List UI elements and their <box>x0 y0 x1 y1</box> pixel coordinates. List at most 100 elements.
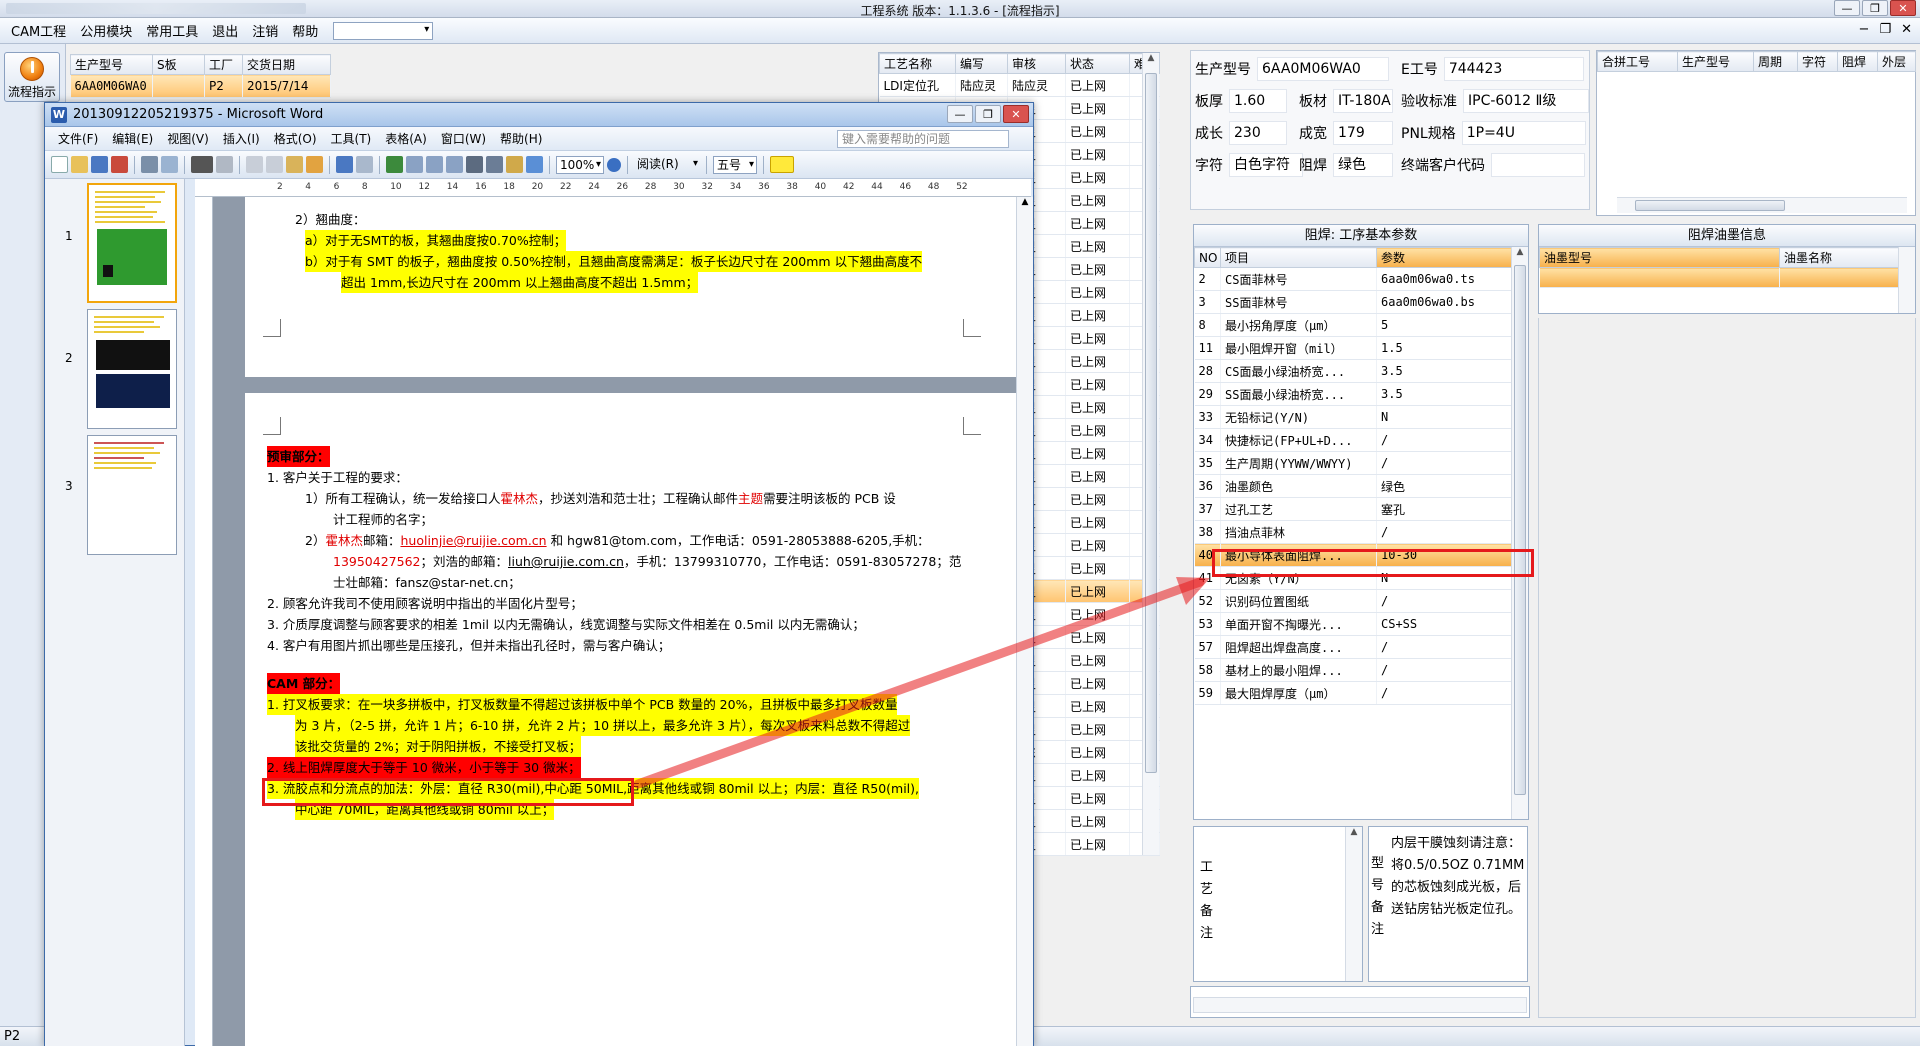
page-thumbnail[interactable] <box>87 309 177 429</box>
paste-icon[interactable] <box>286 156 303 173</box>
table-row[interactable]: 52 识别码位置图纸 / <box>1194 589 1513 613</box>
bottom-scrollbar[interactable] <box>1193 997 1527 1013</box>
tables-icon[interactable] <box>406 156 423 173</box>
hyperlink-icon[interactable] <box>386 156 403 173</box>
col-header[interactable]: 外层 <box>1877 51 1916 72</box>
highlight-icon[interactable] <box>770 156 794 173</box>
table-row[interactable]: 3 SS面菲林号 6aa0m06wa0.bs <box>1194 290 1513 314</box>
zoom-select[interactable]: 100% <box>556 155 604 174</box>
excel-icon[interactable] <box>446 156 463 173</box>
col-header[interactable]: 字符 <box>1797 51 1838 72</box>
word-menu-insert[interactable]: 插入(I) <box>216 130 267 147</box>
minimize-icon[interactable]: — <box>1834 0 1860 16</box>
col-header[interactable]: 油墨型号 <box>1539 247 1780 268</box>
flow-button[interactable]: 流程指示 <box>4 52 60 102</box>
combine-scrollbar[interactable] <box>1617 197 1907 213</box>
menu-exit[interactable]: 退出 <box>205 21 245 40</box>
minimize-icon[interactable]: — <box>947 105 973 123</box>
close-icon[interactable]: ✕ <box>1003 105 1029 123</box>
spelling-icon[interactable] <box>191 156 213 173</box>
col-header[interactable]: 编写 <box>955 53 1008 74</box>
width-value[interactable]: 179 <box>1333 121 1393 145</box>
table-row[interactable]: LDI定位孔 陆应灵 陆应灵 已上网 <box>879 73 1160 97</box>
menu-help[interactable]: 帮助 <box>285 21 325 40</box>
menu-common-modules[interactable]: 公用模块 <box>73 21 139 40</box>
insert-table-icon[interactable] <box>426 156 443 173</box>
word-menu-view[interactable]: 视图(V) <box>160 130 216 147</box>
drawing-icon[interactable] <box>486 156 503 173</box>
permission-icon[interactable] <box>111 156 128 173</box>
help-icon[interactable] <box>607 157 621 172</box>
params-scrollbar[interactable]: ▲ <box>1511 247 1528 819</box>
standard-value[interactable]: IPC-6012 Ⅱ级 <box>1463 89 1589 113</box>
col-header[interactable]: 阻焊 <box>1837 51 1878 72</box>
col-header[interactable]: 审核 <box>1007 53 1066 74</box>
remark-scrollbar[interactable]: ▲ <box>1345 827 1362 981</box>
table-row[interactable]: 11 最小阻焊开窗（mil） 1.5 <box>1194 336 1513 360</box>
pnl-value[interactable]: 1P=4U <box>1461 121 1586 145</box>
table-row[interactable]: 28 CS面最小绿油桥宽... 3.5 <box>1194 359 1513 383</box>
customer-value[interactable] <box>1491 153 1585 177</box>
help-search-input[interactable]: 键入需要帮助的问题 <box>837 130 1009 148</box>
word-menu-file[interactable]: 文件(F) <box>51 130 105 147</box>
restore-icon[interactable]: ❐ <box>975 105 1001 123</box>
save-icon[interactable] <box>91 156 108 173</box>
undo-icon[interactable] <box>336 156 353 173</box>
table-row[interactable]: 33 无铅标记(Y/N) N <box>1194 405 1513 429</box>
redo-icon[interactable] <box>356 156 373 173</box>
ink-scrollbar[interactable] <box>1898 247 1915 313</box>
table-row[interactable]: 53 单面开窗不掏曝光... CS+SS <box>1194 612 1513 636</box>
col-header[interactable]: 工艺名称 <box>879 53 956 74</box>
restore-icon[interactable]: ❐ <box>1862 0 1888 16</box>
font-size-select[interactable]: 五号 <box>713 155 757 174</box>
table-row[interactable]: 35 生产周期(YYWW/WWYY) / <box>1194 451 1513 475</box>
model-value[interactable]: 6AA0M06WA0 <box>1257 57 1389 81</box>
word-menu-window[interactable]: 窗口(W) <box>434 130 493 147</box>
table-row[interactable]: 8 最小拐角厚度（μm） 5 <box>1194 313 1513 337</box>
print-icon[interactable] <box>141 156 158 173</box>
table-row[interactable]: 37 过孔工艺 塞孔 <box>1194 497 1513 521</box>
document-scrollbar[interactable]: ▲ <box>1016 197 1033 1046</box>
research-icon[interactable] <box>216 156 233 173</box>
close-icon[interactable]: ✕ <box>1890 0 1916 16</box>
col-header[interactable]: 生产型号 <box>1677 51 1754 72</box>
mdi-restore-icon[interactable]: ❐ <box>1879 22 1891 37</box>
word-menu-table[interactable]: 表格(A) <box>378 130 434 147</box>
col-header[interactable]: NO <box>1194 247 1221 268</box>
col-header[interactable]: 周期 <box>1753 51 1798 72</box>
table-row[interactable]: 59 最大阻焊厚度（μm） / <box>1194 681 1513 705</box>
col-header[interactable]: 合拼工号 <box>1597 51 1678 72</box>
table-row[interactable]: 6AA0M06WA0 P2 2015/7/14 <box>70 74 331 98</box>
copy-icon[interactable] <box>266 156 283 173</box>
material-value[interactable]: IT-180A <box>1333 89 1393 113</box>
menu-cam[interactable]: CAM工程 <box>4 21 73 40</box>
table-row[interactable]: 34 快捷标记(FP+UL+D... / <box>1194 428 1513 452</box>
format-painter-icon[interactable] <box>306 156 323 173</box>
table-row[interactable] <box>1539 267 1900 288</box>
menu-logout[interactable]: 注销 <box>245 21 285 40</box>
columns-icon[interactable] <box>466 156 483 173</box>
length-value[interactable]: 230 <box>1229 121 1287 145</box>
preview-icon[interactable] <box>161 156 178 173</box>
mdi-minimize-icon[interactable]: − <box>1859 22 1870 37</box>
col-header[interactable]: 油墨名称 <box>1779 247 1900 268</box>
col-header[interactable]: S板 <box>152 54 205 75</box>
doc-map-icon[interactable] <box>506 156 523 173</box>
col-header[interactable]: 生产型号 <box>70 54 153 75</box>
cut-icon[interactable] <box>246 156 263 173</box>
page-thumbnail[interactable] <box>87 183 177 303</box>
word-menu-format[interactable]: 格式(O) <box>267 130 324 147</box>
table-row[interactable]: 2 CS面菲林号 6aa0m06wa0.ts <box>1194 267 1513 291</box>
thickness-value[interactable]: 1.60 <box>1229 89 1287 113</box>
reading-mode-button[interactable]: 阅读(R) <box>634 156 700 174</box>
menu-tools[interactable]: 常用工具 <box>139 21 205 40</box>
mask-value[interactable]: 绿色 <box>1333 153 1393 177</box>
table-row[interactable]: 57 阻焊超出焊盘高度... / <box>1194 635 1513 659</box>
col-header[interactable]: 参数 <box>1376 247 1513 268</box>
show-hide-icon[interactable] <box>526 156 543 173</box>
word-menu-edit[interactable]: 编辑(E) <box>105 130 160 147</box>
mdi-close-icon[interactable]: ✕ <box>1901 22 1912 37</box>
table-row[interactable]: 58 基材上的最小阻焊... / <box>1194 658 1513 682</box>
col-header[interactable]: 项目 <box>1220 247 1377 268</box>
col-header[interactable]: 工厂 <box>204 54 243 75</box>
